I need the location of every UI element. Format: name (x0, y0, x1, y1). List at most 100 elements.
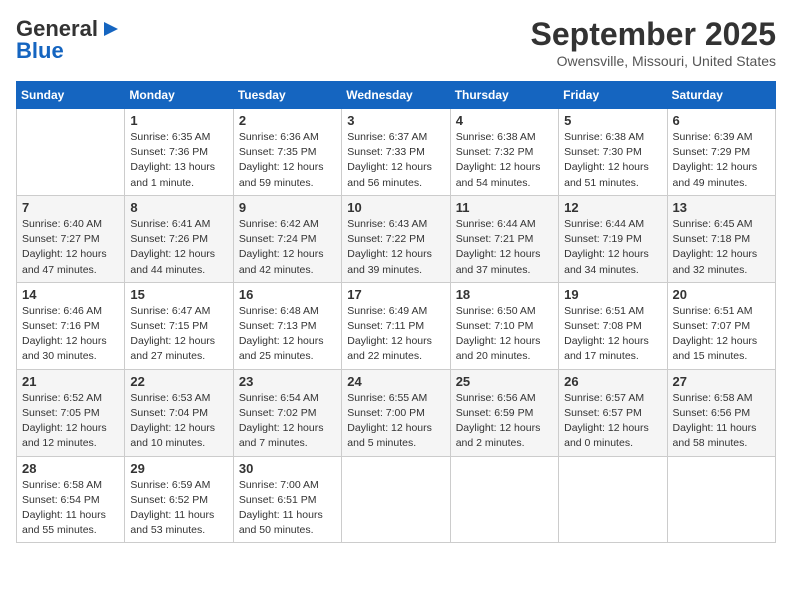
logo-arrow-icon (100, 20, 122, 38)
calendar-cell: 21 Sunrise: 6:52 AMSunset: 7:05 PMDayligh… (17, 369, 125, 456)
calendar-table: SundayMondayTuesdayWednesdayThursdayFrid… (16, 81, 776, 543)
day-number: 22 (130, 374, 227, 389)
day-number: 23 (239, 374, 336, 389)
weekday-header: Tuesday (233, 82, 341, 109)
calendar-cell: 3 Sunrise: 6:37 AMSunset: 7:33 PMDaylight… (342, 109, 450, 196)
calendar-cell: 12 Sunrise: 6:44 AMSunset: 7:19 PMDayligh… (559, 195, 667, 282)
weekday-header: Sunday (17, 82, 125, 109)
calendar-cell (450, 456, 558, 543)
day-number: 15 (130, 287, 227, 302)
calendar-cell: 15 Sunrise: 6:47 AMSunset: 7:15 PMDayligh… (125, 282, 233, 369)
day-info: Sunrise: 6:38 AMSunset: 7:30 PMDaylight:… (564, 130, 661, 191)
page-header: General Blue September 2025 Owensville, … (16, 16, 776, 69)
day-info: Sunrise: 6:45 AMSunset: 7:18 PMDaylight:… (673, 217, 770, 278)
calendar-week-row: 28 Sunrise: 6:58 AMSunset: 6:54 PMDayligh… (17, 456, 776, 543)
day-info: Sunrise: 6:40 AMSunset: 7:27 PMDaylight:… (22, 217, 119, 278)
day-number: 20 (673, 287, 770, 302)
calendar-cell: 13 Sunrise: 6:45 AMSunset: 7:18 PMDayligh… (667, 195, 775, 282)
calendar-cell: 14Sunrise: 6:46 AMSunset: 7:16 PMDayligh… (17, 282, 125, 369)
day-number: 19 (564, 287, 661, 302)
calendar-week-row: 1 Sunrise: 6:35 AMSunset: 7:36 PMDaylight… (17, 109, 776, 196)
day-info: Sunrise: 6:58 AMSunset: 6:54 PMDaylight:… (22, 478, 119, 539)
day-info: Sunrise: 6:39 AMSunset: 7:29 PMDaylight:… (673, 130, 770, 191)
day-number: 18 (456, 287, 553, 302)
calendar-cell: 30Sunrise: 7:00 AMSunset: 6:51 PMDayligh… (233, 456, 341, 543)
logo: General Blue (16, 16, 122, 64)
calendar-week-row: 14Sunrise: 6:46 AMSunset: 7:16 PMDayligh… (17, 282, 776, 369)
calendar-cell: 1 Sunrise: 6:35 AMSunset: 7:36 PMDaylight… (125, 109, 233, 196)
day-info: Sunrise: 6:58 AMSunset: 6:56 PMDaylight:… (673, 391, 770, 452)
day-number: 6 (673, 113, 770, 128)
day-info: Sunrise: 6:43 AMSunset: 7:22 PMDaylight:… (347, 217, 444, 278)
day-number: 3 (347, 113, 444, 128)
day-info: Sunrise: 6:50 AMSunset: 7:10 PMDaylight:… (456, 304, 553, 365)
day-number: 28 (22, 461, 119, 476)
day-number: 14 (22, 287, 119, 302)
day-info: Sunrise: 6:44 AMSunset: 7:19 PMDaylight:… (564, 217, 661, 278)
calendar-cell: 10 Sunrise: 6:43 AMSunset: 7:22 PMDayligh… (342, 195, 450, 282)
day-number: 11 (456, 200, 553, 215)
day-info: Sunrise: 6:54 AMSunset: 7:02 PMDaylight:… (239, 391, 336, 452)
day-info: Sunrise: 6:56 AMSunset: 6:59 PMDaylight:… (456, 391, 553, 452)
day-number: 10 (347, 200, 444, 215)
calendar-cell (342, 456, 450, 543)
day-number: 7 (22, 200, 119, 215)
calendar-week-row: 21 Sunrise: 6:52 AMSunset: 7:05 PMDayligh… (17, 369, 776, 456)
weekday-header: Monday (125, 82, 233, 109)
calendar-cell: 25Sunrise: 6:56 AMSunset: 6:59 PMDayligh… (450, 369, 558, 456)
calendar-cell: 7 Sunrise: 6:40 AMSunset: 7:27 PMDaylight… (17, 195, 125, 282)
day-info: Sunrise: 6:47 AMSunset: 7:15 PMDaylight:… (130, 304, 227, 365)
day-info: Sunrise: 7:00 AMSunset: 6:51 PMDaylight:… (239, 478, 336, 539)
day-info: Sunrise: 6:57 AMSunset: 6:57 PMDaylight:… (564, 391, 661, 452)
day-number: 1 (130, 113, 227, 128)
calendar-cell: 20Sunrise: 6:51 AMSunset: 7:07 PMDayligh… (667, 282, 775, 369)
calendar-week-row: 7 Sunrise: 6:40 AMSunset: 7:27 PMDaylight… (17, 195, 776, 282)
day-info: Sunrise: 6:59 AMSunset: 6:52 PMDaylight:… (130, 478, 227, 539)
calendar-cell: 5 Sunrise: 6:38 AMSunset: 7:30 PMDaylight… (559, 109, 667, 196)
calendar-cell: 11 Sunrise: 6:44 AMSunset: 7:21 PMDayligh… (450, 195, 558, 282)
day-number: 16 (239, 287, 336, 302)
calendar-cell: 29 Sunrise: 6:59 AMSunset: 6:52 PMDayligh… (125, 456, 233, 543)
calendar-cell: 19 Sunrise: 6:51 AMSunset: 7:08 PMDayligh… (559, 282, 667, 369)
calendar-cell: 9Sunrise: 6:42 AMSunset: 7:24 PMDaylight… (233, 195, 341, 282)
day-info: Sunrise: 6:37 AMSunset: 7:33 PMDaylight:… (347, 130, 444, 191)
weekday-header: Thursday (450, 82, 558, 109)
calendar-cell: 6 Sunrise: 6:39 AMSunset: 7:29 PMDaylight… (667, 109, 775, 196)
day-number: 27 (673, 374, 770, 389)
day-info: Sunrise: 6:52 AMSunset: 7:05 PMDaylight:… (22, 391, 119, 452)
weekday-header: Saturday (667, 82, 775, 109)
calendar-cell: 22Sunrise: 6:53 AMSunset: 7:04 PMDayligh… (125, 369, 233, 456)
day-info: Sunrise: 6:44 AMSunset: 7:21 PMDaylight:… (456, 217, 553, 278)
calendar-cell: 27 Sunrise: 6:58 AMSunset: 6:56 PMDayligh… (667, 369, 775, 456)
day-info: Sunrise: 6:38 AMSunset: 7:32 PMDaylight:… (456, 130, 553, 191)
day-number: 13 (673, 200, 770, 215)
weekday-header: Wednesday (342, 82, 450, 109)
calendar-cell: 23 Sunrise: 6:54 AMSunset: 7:02 PMDayligh… (233, 369, 341, 456)
month-title: September 2025 (531, 16, 776, 53)
title-block: September 2025 Owensville, Missouri, Uni… (531, 16, 776, 69)
calendar-cell: 26Sunrise: 6:57 AMSunset: 6:57 PMDayligh… (559, 369, 667, 456)
day-number: 5 (564, 113, 661, 128)
calendar-cell (559, 456, 667, 543)
day-number: 4 (456, 113, 553, 128)
logo-blue: Blue (16, 38, 64, 64)
day-number: 21 (22, 374, 119, 389)
calendar-header-row: SundayMondayTuesdayWednesdayThursdayFrid… (17, 82, 776, 109)
day-info: Sunrise: 6:49 AMSunset: 7:11 PMDaylight:… (347, 304, 444, 365)
calendar-cell: 4 Sunrise: 6:38 AMSunset: 7:32 PMDaylight… (450, 109, 558, 196)
day-number: 8 (130, 200, 227, 215)
day-info: Sunrise: 6:35 AMSunset: 7:36 PMDaylight:… (130, 130, 227, 191)
day-info: Sunrise: 6:48 AMSunset: 7:13 PMDaylight:… (239, 304, 336, 365)
calendar-cell (667, 456, 775, 543)
weekday-header: Friday (559, 82, 667, 109)
day-info: Sunrise: 6:55 AMSunset: 7:00 PMDaylight:… (347, 391, 444, 452)
day-info: Sunrise: 6:51 AMSunset: 7:08 PMDaylight:… (564, 304, 661, 365)
day-number: 12 (564, 200, 661, 215)
calendar-cell: 8Sunrise: 6:41 AMSunset: 7:26 PMDaylight… (125, 195, 233, 282)
day-info: Sunrise: 6:36 AMSunset: 7:35 PMDaylight:… (239, 130, 336, 191)
day-number: 2 (239, 113, 336, 128)
calendar-cell: 24Sunrise: 6:55 AMSunset: 7:00 PMDayligh… (342, 369, 450, 456)
location: Owensville, Missouri, United States (531, 53, 776, 69)
day-number: 29 (130, 461, 227, 476)
calendar-cell: 2 Sunrise: 6:36 AMSunset: 7:35 PMDaylight… (233, 109, 341, 196)
